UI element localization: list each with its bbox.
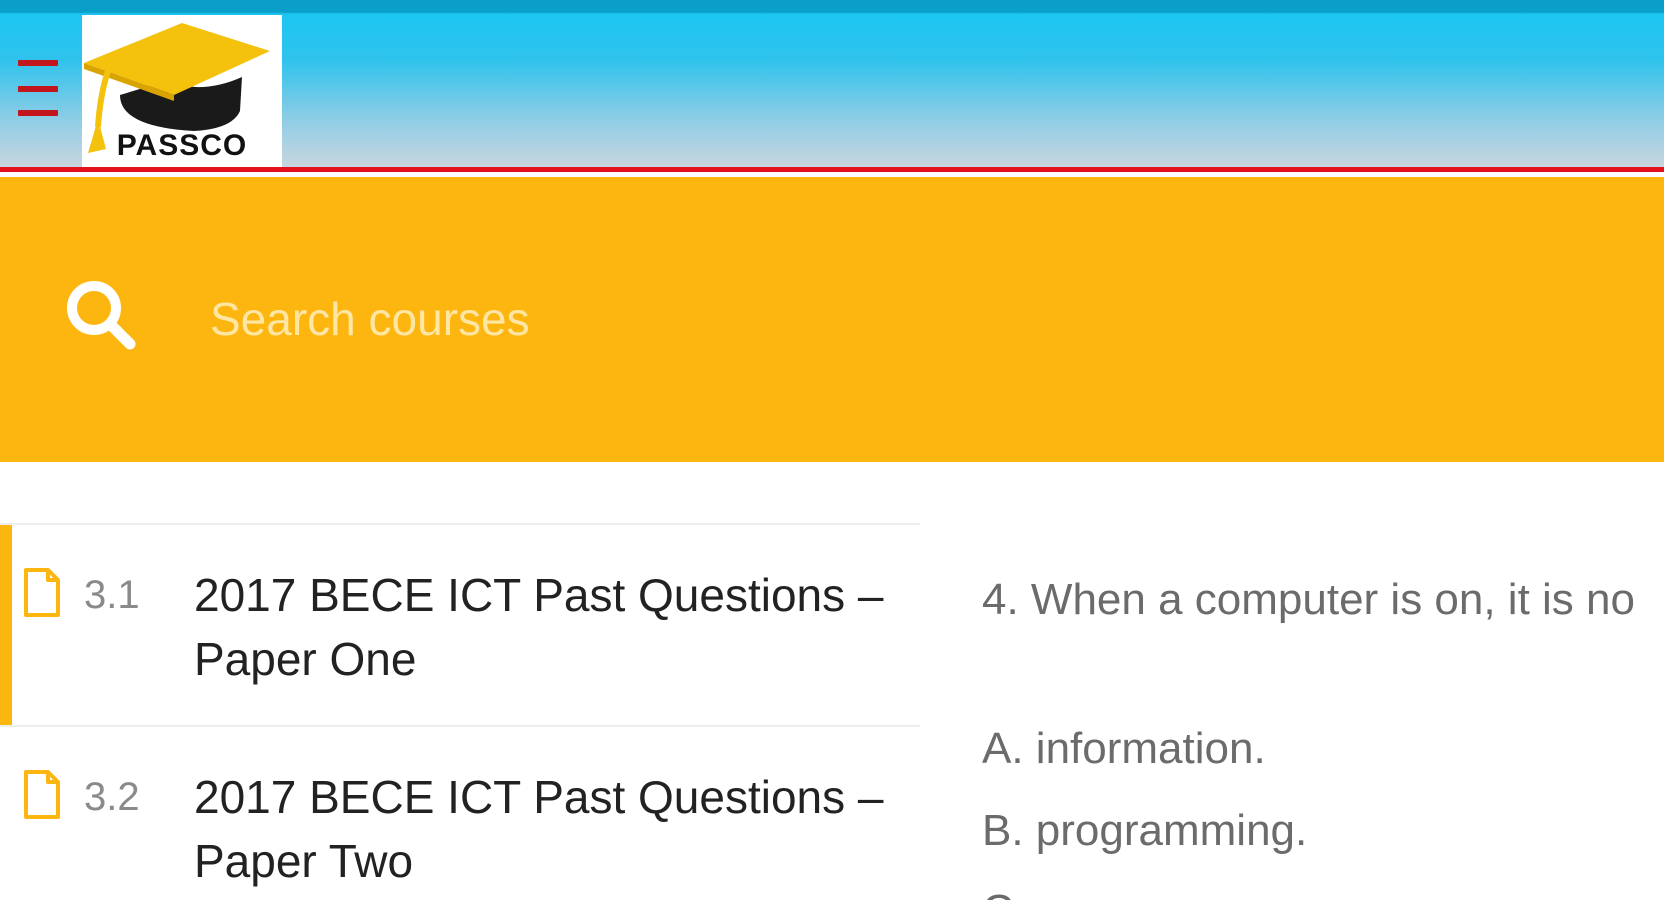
lesson-title[interactable]: 2017 BECE ICT Past Questions – Paper Two [194, 765, 894, 893]
app-header: PASSCO [0, 0, 1664, 172]
app-screen: PASSCO 3.1 2017 BECE ICT Past Questions … [0, 0, 1664, 900]
question-text: 4. When a computer is on, it is no [982, 575, 1635, 624]
document-icon [24, 568, 60, 617]
logo-text: PASSCO [116, 129, 248, 162]
search-icon[interactable] [64, 278, 142, 356]
hamburger-menu-icon[interactable] [16, 60, 60, 122]
passco-logo[interactable]: PASSCO [82, 15, 282, 167]
course-list: 3.1 2017 BECE ICT Past Questions – Paper… [0, 523, 920, 900]
answer-option-c[interactable]: C. ... [982, 886, 1075, 900]
answer-option-a[interactable]: A. information. [982, 724, 1266, 774]
lesson-number: 3.1 [84, 573, 140, 617]
search-input[interactable] [208, 282, 1412, 356]
course-list-item[interactable]: 3.2 2017 BECE ICT Past Questions – Paper… [0, 725, 920, 900]
lesson-number: 3.2 [84, 775, 140, 819]
answer-option-b[interactable]: B. programming. [982, 806, 1307, 856]
lesson-title[interactable]: 2017 BECE ICT Past Questions – Paper One [194, 563, 894, 691]
course-list-item[interactable]: 3.1 2017 BECE ICT Past Questions – Paper… [0, 523, 920, 725]
document-icon [24, 770, 60, 819]
